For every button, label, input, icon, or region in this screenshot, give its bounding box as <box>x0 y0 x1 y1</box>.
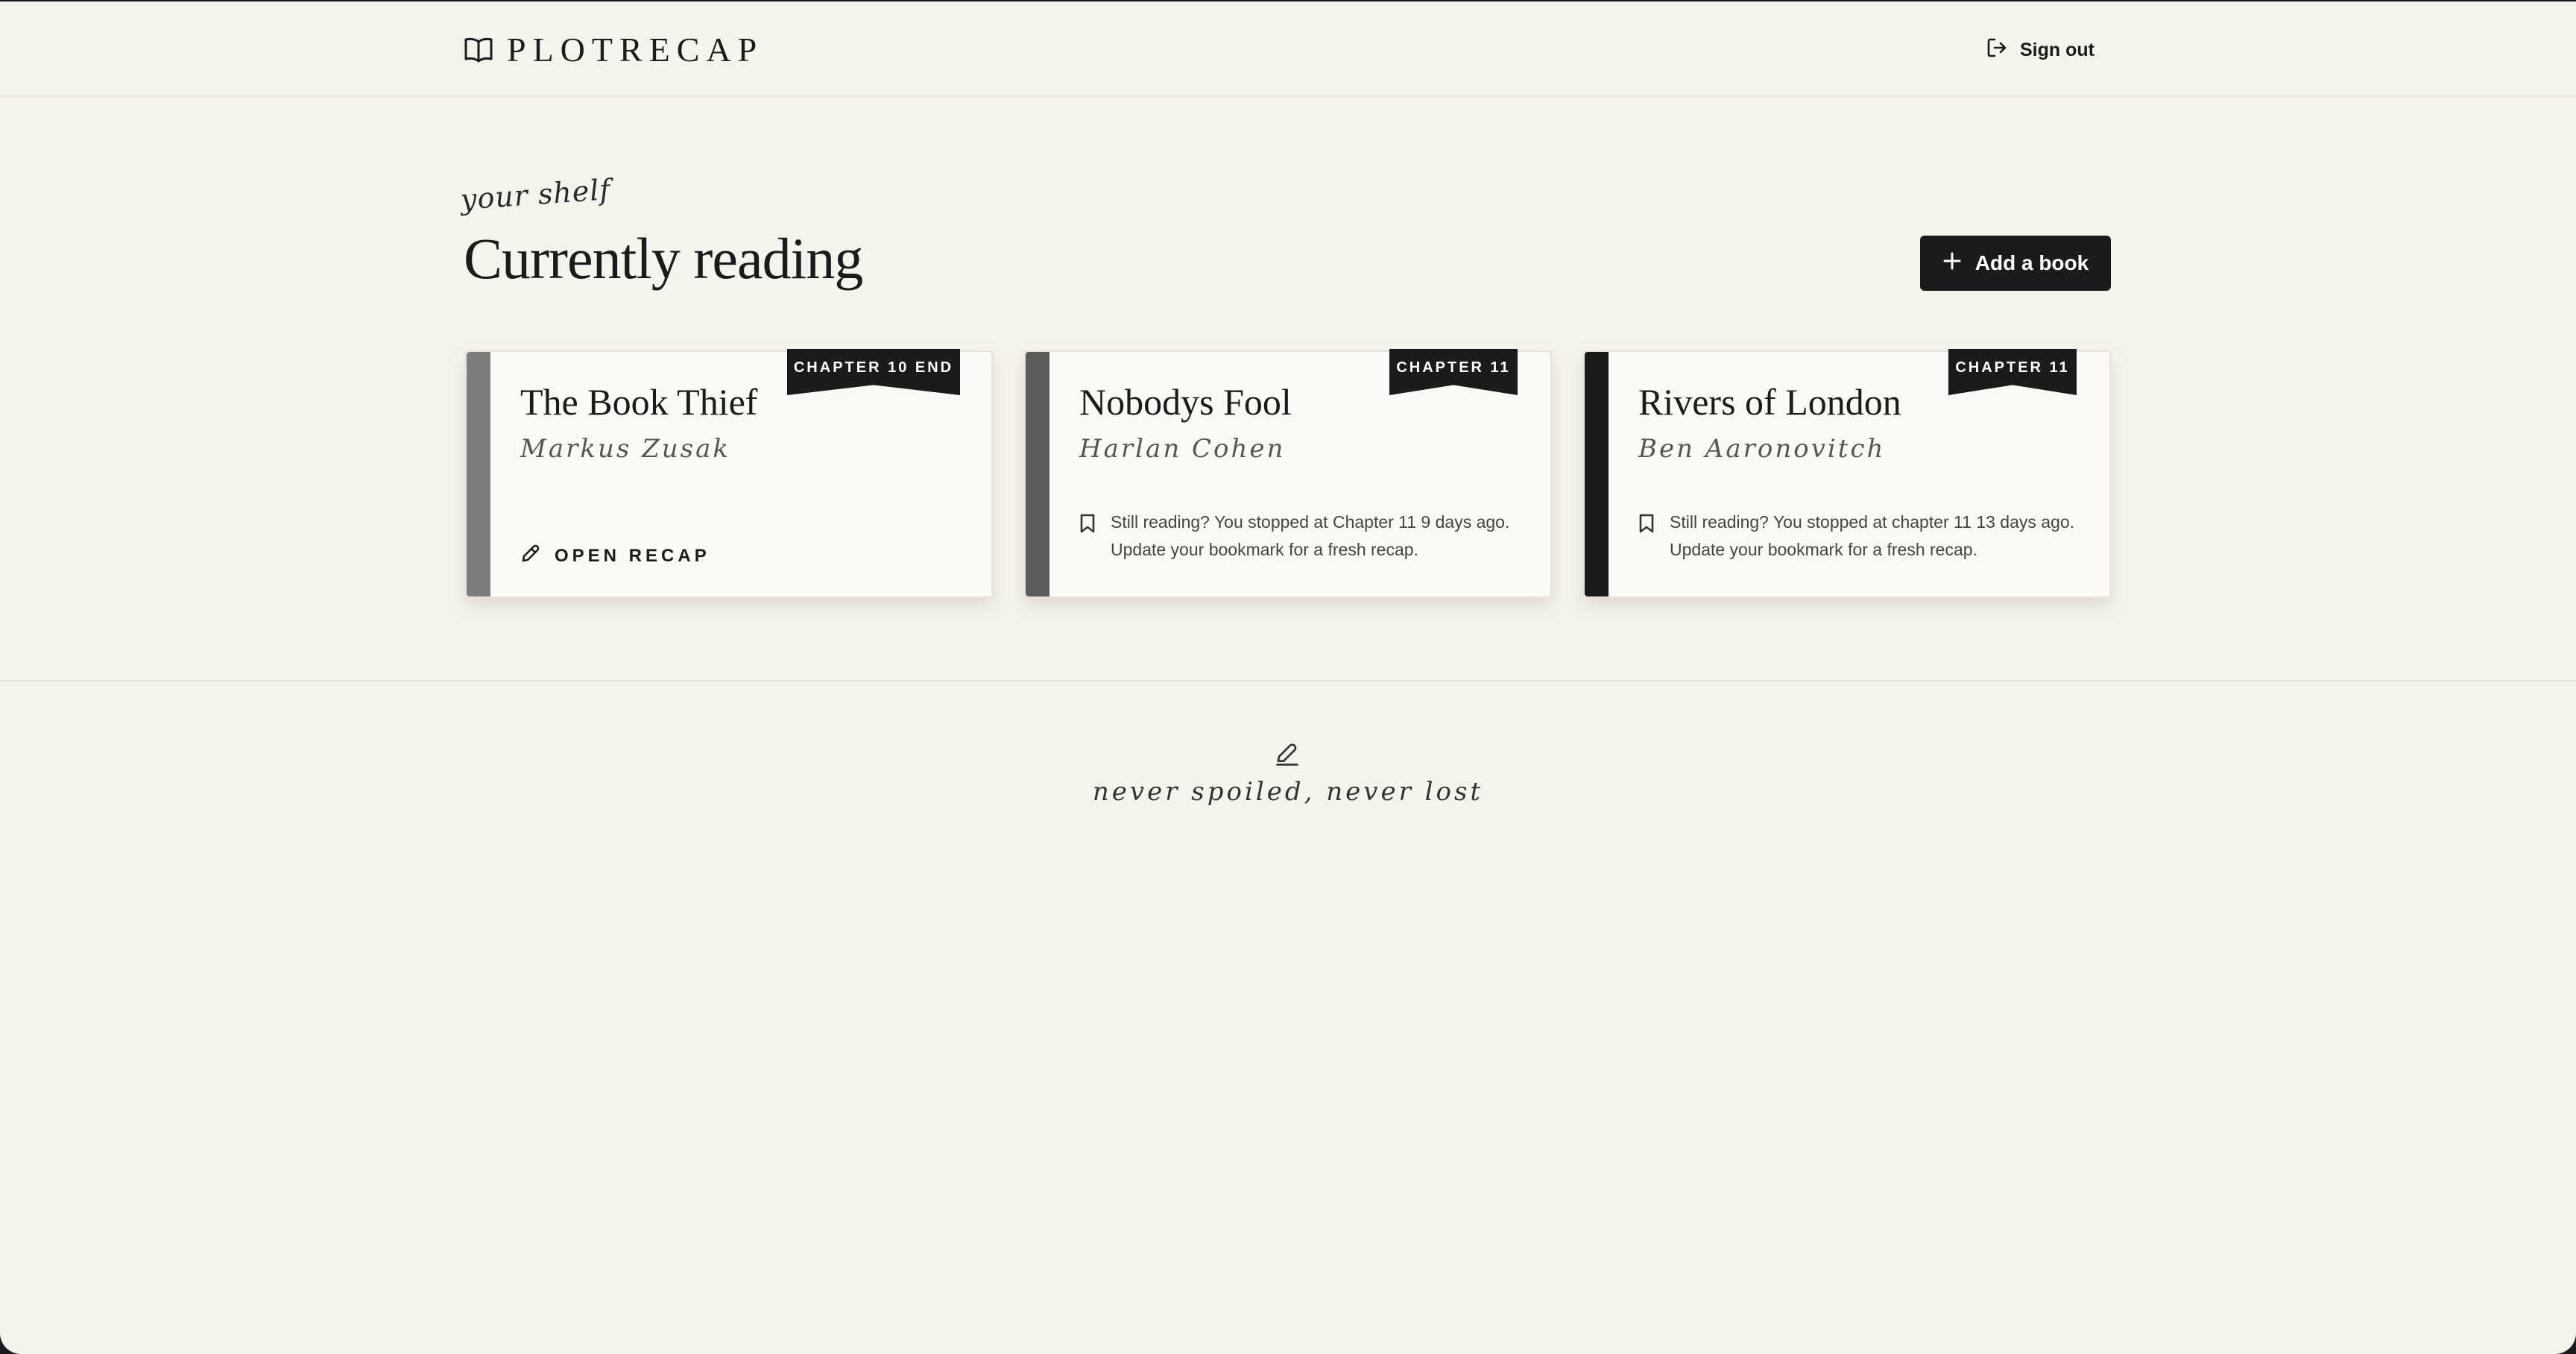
sign-out-button[interactable]: Sign out <box>1986 34 2094 66</box>
book-spine <box>467 352 490 596</box>
pencil-icon <box>520 543 541 569</box>
book-title: Nobodys Fool <box>1079 381 1292 423</box>
stale-bookmark-note: Still reading? You stopped at Chapter 11… <box>1079 508 1527 564</box>
book-card[interactable]: CHAPTER 10 END The Book Thief Markus Zus… <box>465 349 993 598</box>
logo[interactable]: PLOTRECAP <box>464 28 763 70</box>
book-author: Markus Zusak <box>520 434 730 464</box>
header: PLOTRECAP Sign out <box>0 1 2576 97</box>
note-text: Still reading? You stopped at chapter 11… <box>1670 512 2075 559</box>
book-author: Harlan Cohen <box>1079 434 1286 464</box>
bookmark-icon <box>1079 508 1096 564</box>
open-recap-label: OPEN RECAP <box>555 545 710 566</box>
chapter-ribbon: CHAPTER 11 <box>1389 349 1518 395</box>
sign-out-label: Sign out <box>2020 39 2094 60</box>
bookmark-icon <box>1638 508 1655 564</box>
note-text: Still reading? You stopped at Chapter 11… <box>1111 512 1510 559</box>
stale-bookmark-note: Still reading? You stopped at chapter 11… <box>1638 508 2086 564</box>
app-window: PLOTRECAP Sign out your shelf Currently … <box>0 1 2576 1354</box>
plus-icon <box>1942 251 1962 276</box>
footer-tagline: never spoiled, never lost <box>1092 777 1484 807</box>
book-spine <box>1026 352 1049 596</box>
pencil-icon <box>1275 741 1300 770</box>
book-spine <box>1585 352 1609 596</box>
chapter-ribbon: CHAPTER 10 END <box>787 349 960 395</box>
book-title: Rivers of London <box>1638 381 1901 423</box>
book-author: Ben Aaronovitch <box>1638 434 1886 464</box>
add-book-label: Add a book <box>1974 251 2089 274</box>
book-card[interactable]: CHAPTER 11 Nobodys Fool Harlan Cohen Sti… <box>1024 349 1552 598</box>
book-title: The Book Thief <box>520 381 758 423</box>
book-card[interactable]: CHAPTER 11 Rivers of London Ben Aaronovi… <box>1583 349 2111 598</box>
logo-text: PLOTRECAP <box>507 30 764 69</box>
sign-out-icon <box>1986 37 2008 64</box>
add-book-button[interactable]: Add a book <box>1920 236 2111 291</box>
open-book-icon <box>464 36 493 63</box>
open-recap-button[interactable]: OPEN RECAP <box>520 543 710 569</box>
section-divider <box>0 680 2576 681</box>
shelf-eyebrow: your shelf <box>459 172 612 216</box>
page-title: Currently reading <box>464 226 863 291</box>
chapter-ribbon: CHAPTER 11 <box>1948 349 2077 395</box>
